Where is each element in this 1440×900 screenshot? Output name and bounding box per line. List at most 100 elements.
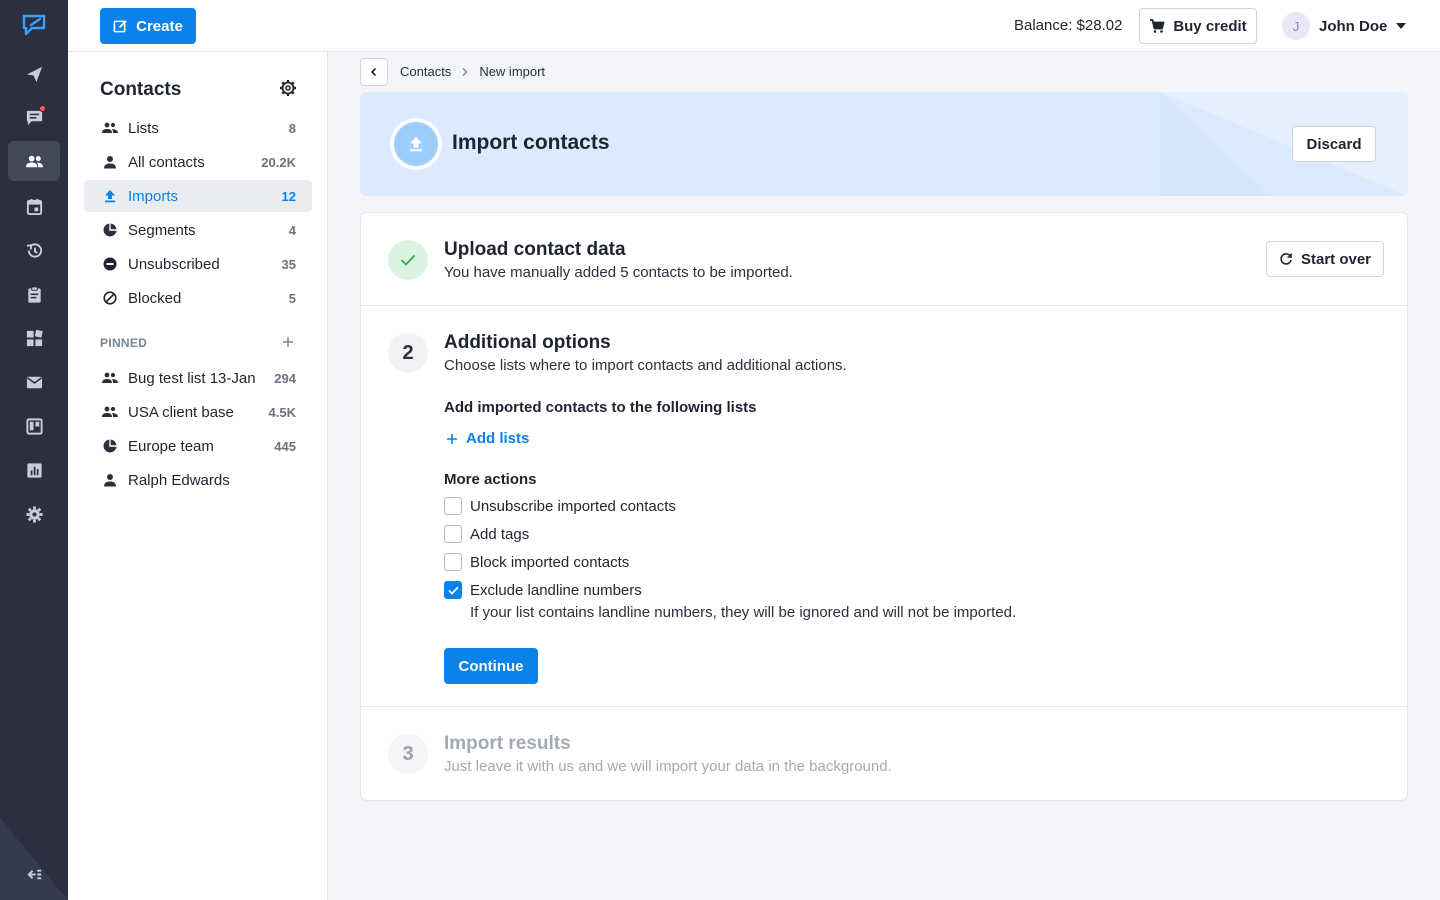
option-exclude-landline[interactable]: Exclude landline numbers	[444, 581, 642, 599]
pinned-item-bug-test-list[interactable]: Bug test list 13-Jan 294	[84, 362, 312, 394]
rail-analytics[interactable]	[8, 450, 60, 490]
step-import-results: 3 Import results Just leave it with us a…	[361, 707, 1407, 800]
step-upload: Upload contact data You have manually ad…	[361, 213, 1407, 306]
edit-icon	[113, 19, 127, 32]
checkbox[interactable]	[444, 525, 462, 543]
rail-history[interactable]	[8, 230, 60, 270]
step-number-badge: 2	[388, 333, 428, 373]
buy-credit-button[interactable]: Buy credit	[1139, 8, 1257, 44]
sidebar-item-label: Lists	[128, 119, 159, 137]
cart-icon	[1150, 19, 1165, 33]
breadcrumb: Contacts New import	[400, 64, 545, 79]
rail-email[interactable]	[8, 362, 60, 402]
continue-button[interactable]: Continue	[444, 648, 538, 684]
sidebar-item-label: Bug test list 13-Jan	[128, 369, 256, 387]
sidebar-item-label: Unsubscribed	[128, 255, 220, 273]
breadcrumb-current: New import	[479, 64, 546, 79]
collapse-rail-button[interactable]	[8, 854, 60, 894]
chevron-right-icon	[462, 67, 468, 76]
rail-messenger[interactable]	[8, 97, 60, 137]
gear-icon[interactable]	[278, 78, 298, 98]
refresh-icon	[1280, 253, 1292, 265]
rail-calendar[interactable]	[8, 186, 60, 226]
rail-settings[interactable]	[8, 494, 60, 534]
buy-credit-label: Buy credit	[1173, 17, 1247, 35]
avatar: J	[1282, 12, 1310, 40]
option-label: Block imported contacts	[470, 553, 630, 571]
people-icon	[102, 122, 118, 133]
create-button-label: Create	[136, 17, 183, 35]
upload-icon	[105, 190, 115, 203]
chart-icon	[26, 462, 42, 478]
step-additional-options: 2 Additional options Choose lists where …	[361, 306, 1407, 707]
import-steps-card: Upload contact data You have manually ad…	[360, 212, 1408, 801]
sidebar-item-segments[interactable]: Segments 4	[84, 214, 312, 246]
logo-icon[interactable]	[22, 14, 46, 36]
step-title: Additional options	[444, 332, 611, 353]
step-description: Choose lists where to import contacts an…	[444, 357, 847, 374]
minus-circle-icon	[103, 257, 117, 271]
sidebar-item-all-contacts[interactable]: All contacts 20.2K	[84, 146, 312, 178]
upload-icon	[410, 137, 422, 152]
step-description: Just leave it with us and we will import…	[444, 758, 892, 775]
step-title: Import results	[444, 733, 571, 754]
chevron-left-icon	[370, 67, 377, 77]
rail-apps[interactable]	[8, 318, 60, 358]
lists-heading: Add imported contacts to the following l…	[444, 399, 757, 416]
start-over-label: Start over	[1300, 250, 1372, 268]
checkbox[interactable]	[444, 581, 462, 599]
notification-dot	[39, 105, 46, 112]
checkbox[interactable]	[444, 553, 462, 571]
option-unsubscribe[interactable]: Unsubscribe imported contacts	[444, 497, 676, 515]
option-label: Add tags	[470, 525, 530, 543]
option-add-tags[interactable]: Add tags	[444, 525, 529, 543]
rail-campaigns[interactable]	[8, 54, 60, 94]
sidebar-item-count: 20.2K	[261, 154, 296, 170]
add-lists-label: Add lists	[466, 430, 530, 447]
sidebar-item-count: 35	[281, 256, 296, 272]
sidebar-item-blocked[interactable]: Blocked 5	[84, 282, 312, 314]
user-menu[interactable]: J John Doe	[1282, 12, 1407, 40]
option-block[interactable]: Block imported contacts	[444, 553, 629, 571]
gear-icon	[25, 505, 43, 523]
plus-icon[interactable]	[280, 334, 296, 350]
rail-templates[interactable]	[8, 274, 60, 314]
rail-contacts[interactable]	[8, 141, 60, 181]
sidebar-item-count: 8	[288, 120, 296, 136]
sidebar-item-lists[interactable]: Lists 8	[84, 112, 312, 144]
pinned-item-europe-team[interactable]: Europe team 445	[84, 430, 312, 462]
pie-icon	[103, 439, 117, 453]
more-actions-heading: More actions	[444, 471, 537, 488]
person-icon	[104, 474, 116, 487]
import-banner: Import contacts Discard	[360, 92, 1408, 196]
people-icon	[102, 406, 118, 417]
contacts-panel: Contacts Lists 8 All contacts 20.2K Impo…	[68, 52, 328, 900]
step-complete-badge	[388, 240, 428, 280]
top-bar: Create Balance: $28.02 Buy credit J John…	[68, 0, 1440, 52]
create-button[interactable]: Create	[100, 8, 196, 44]
sidebar-item-label: Ralph Edwards	[128, 471, 230, 489]
add-lists-button[interactable]: Add lists	[446, 430, 529, 447]
sidebar-item-count: 12	[281, 188, 296, 204]
checkbox[interactable]	[444, 497, 462, 515]
sidebar-item-label: Europe team	[128, 437, 214, 455]
breadcrumb-contacts[interactable]: Contacts	[400, 64, 451, 79]
sidebar-item-count: 4.5K	[268, 404, 296, 420]
sidebar-item-count: 5	[288, 290, 296, 306]
back-button[interactable]	[360, 58, 388, 86]
person-icon	[104, 156, 116, 169]
pinned-item-ralph-edwards[interactable]: Ralph Edwards	[84, 464, 312, 496]
step-title: Upload contact data	[444, 239, 626, 260]
history-icon	[26, 242, 42, 258]
rail-forms[interactable]	[8, 406, 60, 446]
pinned-heading: PINNED	[100, 336, 148, 350]
start-over-button[interactable]: Start over	[1266, 241, 1384, 277]
discard-button[interactable]: Discard	[1292, 126, 1376, 162]
step-description: You have manually added 5 contacts to be…	[444, 264, 793, 281]
check-icon	[447, 586, 459, 595]
sidebar-item-unsubscribed[interactable]: Unsubscribed 35	[84, 248, 312, 280]
app-rail	[0, 0, 68, 900]
pinned-item-usa-client-base[interactable]: USA client base 4.5K	[84, 396, 312, 428]
mail-icon	[26, 376, 42, 388]
sidebar-item-imports[interactable]: Imports 12	[84, 180, 312, 212]
